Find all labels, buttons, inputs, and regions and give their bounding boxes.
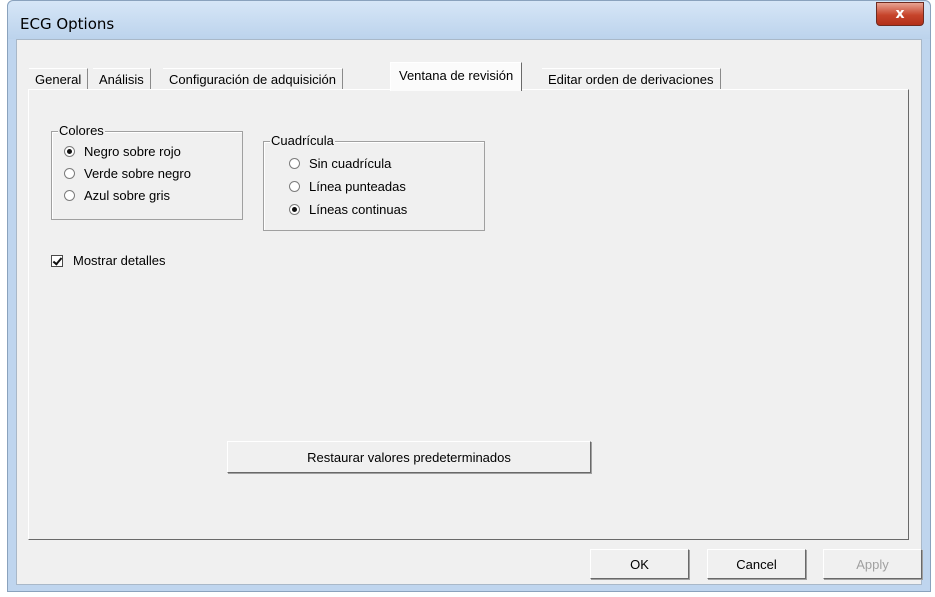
mostrar-detalles-checkbox[interactable]: Mostrar detalles xyxy=(51,253,165,268)
window-title: ECG Options xyxy=(20,15,115,33)
colores-legend: Colores xyxy=(58,123,105,138)
radio-label: Verde sobre negro xyxy=(84,166,191,181)
radio-verde-sobre-negro[interactable]: Verde sobre negro xyxy=(64,166,191,181)
radio-label: Negro sobre rojo xyxy=(84,144,181,159)
restore-defaults-button[interactable]: Restaurar valores predeterminados xyxy=(227,441,591,473)
radio-unselected-icon xyxy=(64,190,75,201)
cuadricula-group: Cuadrícula Sin cuadrícula Línea punteada… xyxy=(263,133,485,231)
cuadricula-legend: Cuadrícula xyxy=(270,133,335,148)
radio-selected-icon xyxy=(64,146,75,157)
tab-panel: Colores Negro sobre rojo Verde sobre neg… xyxy=(28,89,909,540)
tab-ventana-revision[interactable]: Ventana de revisión xyxy=(390,62,523,91)
radio-label: Azul sobre gris xyxy=(84,188,170,203)
radio-label: Sin cuadrícula xyxy=(309,156,392,171)
tab-configuracion-adquisicion[interactable]: Configuración de adquisición xyxy=(163,68,343,90)
tab-editar-orden-derivaciones[interactable]: Editar orden de derivaciones xyxy=(542,68,721,90)
radio-unselected-icon xyxy=(64,168,75,179)
close-icon: x xyxy=(895,6,905,22)
ok-button[interactable]: OK xyxy=(590,549,689,579)
radio-linea-punteadas[interactable]: Línea punteadas xyxy=(289,179,406,194)
radio-lineas-continuas[interactable]: Líneas continuas xyxy=(289,202,407,217)
dialog-client-area: General Análisis Configuración de adquis… xyxy=(16,39,922,585)
apply-button[interactable]: Apply xyxy=(823,549,922,579)
tab-general[interactable]: General xyxy=(29,68,89,90)
radio-negro-sobre-rojo[interactable]: Negro sobre rojo xyxy=(64,144,181,159)
dialog-window: ECG Options x General Análisis Configura… xyxy=(7,0,931,592)
radio-selected-icon xyxy=(289,204,300,215)
cancel-button[interactable]: Cancel xyxy=(707,549,806,579)
radio-unselected-icon xyxy=(289,158,300,169)
tab-analisis[interactable]: Análisis xyxy=(93,68,151,90)
checkbox-checked-icon xyxy=(51,254,63,267)
radio-label: Líneas continuas xyxy=(309,202,408,217)
title-bar[interactable]: ECG Options x xyxy=(8,1,930,39)
radio-sin-cuadricula[interactable]: Sin cuadrícula xyxy=(289,156,391,171)
checkbox-label: Mostrar detalles xyxy=(73,253,166,268)
colores-group: Colores Negro sobre rojo Verde sobre neg… xyxy=(51,123,243,220)
radio-unselected-icon xyxy=(289,181,300,192)
radio-label: Línea punteadas xyxy=(309,179,406,194)
radio-azul-sobre-gris[interactable]: Azul sobre gris xyxy=(64,188,170,203)
close-button[interactable]: x xyxy=(876,2,924,26)
